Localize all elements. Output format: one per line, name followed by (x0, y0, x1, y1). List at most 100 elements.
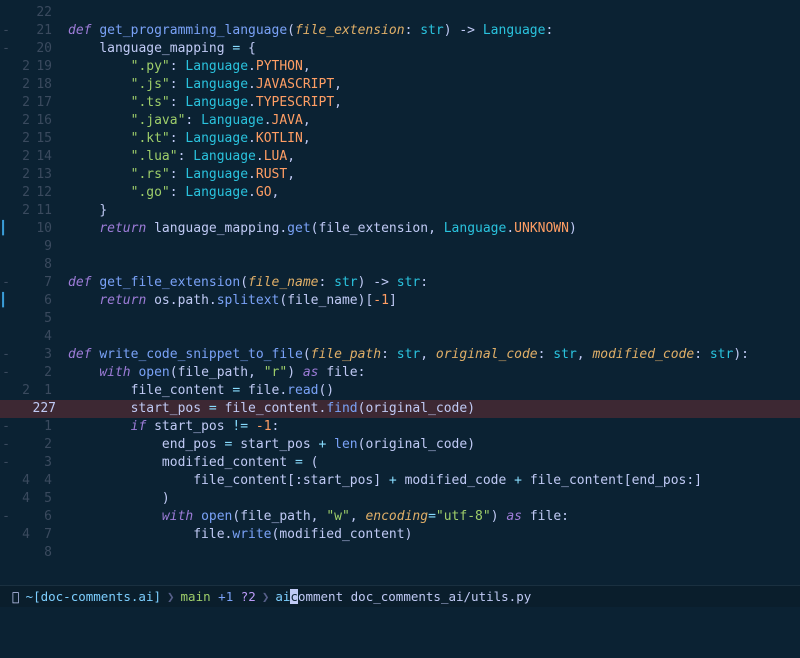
code-line[interactable]: 211 } (0, 202, 800, 220)
code-content (62, 256, 800, 274)
gutter: -6 (0, 508, 62, 526)
gutter: 5 (0, 310, 62, 328)
code-line[interactable]: ▎6 return os.path.splitext(file_name)[-1… (0, 292, 800, 310)
command-input[interactable]: aicomment doc_comments_ai/utils.py (275, 589, 531, 604)
code-line[interactable]: 8 (0, 544, 800, 562)
code-content: return language_mapping.get(file_extensi… (62, 220, 800, 238)
code-content: ".py": Language.PYTHON, (62, 58, 800, 76)
code-content: ".js": Language.JAVASCRIPT, (62, 76, 800, 94)
gutter: -2 (0, 436, 62, 454)
code-content: ".java": Language.JAVA, (62, 112, 800, 130)
code-line[interactable]: 212 ".go": Language.GO, (0, 184, 800, 202)
code-line[interactable]: 213 ".rs": Language.RUST, (0, 166, 800, 184)
gutter: 8 (0, 256, 62, 274)
code-content: with open(file_path, "w", encoding="utf-… (62, 508, 800, 526)
gutter: 4 (0, 328, 62, 346)
code-line[interactable]: 217 ".ts": Language.TYPESCRIPT, (0, 94, 800, 112)
code-line[interactable]: 21 file_content = file.read() (0, 382, 800, 400)
gutter: 215 (0, 130, 62, 148)
gutter: 213 (0, 166, 62, 184)
gutter: -3 (0, 454, 62, 472)
code-content: with open(file_path, "r") as file: (62, 364, 800, 382)
code-content (62, 4, 800, 22)
code-content: if start_pos != -1: (62, 418, 800, 436)
code-line[interactable]: -20 language_mapping = { (0, 40, 800, 58)
code-content: file.write(modified_content) (62, 526, 800, 544)
code-line[interactable]: 219 ".py": Language.PYTHON, (0, 58, 800, 76)
code-line[interactable]: 218 ".js": Language.JAVASCRIPT, (0, 76, 800, 94)
statusbar: 󰈺 ~[doc-comments.ai] ❯ main +1 ?2 ❯ aico… (0, 585, 800, 607)
gutter: 227 (0, 400, 62, 418)
code-line[interactable]: -2 with open(file_path, "r") as file: (0, 364, 800, 382)
code-content: ".kt": Language.KOTLIN, (62, 130, 800, 148)
code-line[interactable]: 47 file.write(modified_content) (0, 526, 800, 544)
code-line[interactable]: 214 ".lua": Language.LUA, (0, 148, 800, 166)
code-content: ".ts": Language.TYPESCRIPT, (62, 94, 800, 112)
code-line[interactable]: -7def get_file_extension(file_name: str)… (0, 274, 800, 292)
code-line[interactable]: 22 (0, 4, 800, 22)
code-content: return os.path.splitext(file_name)[-1] (62, 292, 800, 310)
cmd-rest: omment (298, 589, 343, 604)
code-editor[interactable]: 22-21def get_programming_language(file_e… (0, 0, 800, 585)
code-line[interactable]: 5 (0, 310, 800, 328)
gutter: 45 (0, 490, 62, 508)
code-content (62, 238, 800, 256)
gutter: 22 (0, 4, 62, 22)
code-line[interactable]: -6 with open(file_path, "w", encoding="u… (0, 508, 800, 526)
branch-name: main (181, 589, 211, 604)
code-line[interactable]: 45 ) (0, 490, 800, 508)
gutter: -21 (0, 22, 62, 40)
code-content: def get_programming_language(file_extens… (62, 22, 800, 40)
cursor-char: c (290, 589, 298, 604)
code-line[interactable]: 4 (0, 328, 800, 346)
code-content: ) (62, 490, 800, 508)
code-line[interactable]: -3def write_code_snippet_to_file(file_pa… (0, 346, 800, 364)
cmd-arg: doc_comments_ai/utils.py (351, 589, 532, 604)
code-line[interactable]: 8 (0, 256, 800, 274)
code-content: start_pos = file_content.find(original_c… (62, 400, 800, 418)
git-segment: main +1 ?2 (181, 589, 256, 604)
code-content (62, 310, 800, 328)
gutter: ▎6 (0, 292, 62, 310)
code-line[interactable]: 227 start_pos = file_content.find(origin… (0, 400, 800, 418)
code-content: def get_file_extension(file_name: str) -… (62, 274, 800, 292)
code-content: } (62, 202, 800, 220)
code-content: def write_code_snippet_to_file(file_path… (62, 346, 800, 364)
gutter: -3 (0, 346, 62, 364)
code-content (62, 328, 800, 346)
code-line[interactable]: -21def get_programming_language(file_ext… (0, 22, 800, 40)
code-line[interactable]: ▎10 return language_mapping.get(file_ext… (0, 220, 800, 238)
code-line[interactable]: 9 (0, 238, 800, 256)
code-content: language_mapping = { (62, 40, 800, 58)
code-line[interactable]: 215 ".kt": Language.KOTLIN, (0, 130, 800, 148)
gutter: 211 (0, 202, 62, 220)
gutter: 21 (0, 382, 62, 400)
code-line[interactable]: 44 file_content[:start_pos] + modified_c… (0, 472, 800, 490)
gutter: 9 (0, 238, 62, 256)
git-untracked: ?2 (241, 589, 256, 604)
gutter: 217 (0, 94, 62, 112)
code-content: modified_content = ( (62, 454, 800, 472)
code-line[interactable]: 216 ".java": Language.JAVA, (0, 112, 800, 130)
code-line[interactable]: -3 modified_content = ( (0, 454, 800, 472)
gutter: 219 (0, 58, 62, 76)
gutter: 216 (0, 112, 62, 130)
gutter: 47 (0, 526, 62, 544)
gutter: -20 (0, 40, 62, 58)
code-content: file_content[:start_pos] + modified_code… (62, 472, 800, 490)
code-content: ".lua": Language.LUA, (62, 148, 800, 166)
cmd-prefix: ai (275, 589, 290, 604)
code-line[interactable]: -1 if start_pos != -1: (0, 418, 800, 436)
code-content: file_content = file.read() (62, 382, 800, 400)
gutter: 44 (0, 472, 62, 490)
code-line[interactable]: -2 end_pos = start_pos + len(original_co… (0, 436, 800, 454)
gutter: ▎10 (0, 220, 62, 238)
gutter: 218 (0, 76, 62, 94)
code-content: ".rs": Language.RUST, (62, 166, 800, 184)
gutter: -7 (0, 274, 62, 292)
fish-icon: 󰈺 (12, 589, 20, 604)
gutter: -1 (0, 418, 62, 436)
cwd-path: ~[doc-comments.ai] (26, 589, 161, 604)
code-content: ".go": Language.GO, (62, 184, 800, 202)
prompt-separator-2: ❯ (262, 589, 270, 604)
